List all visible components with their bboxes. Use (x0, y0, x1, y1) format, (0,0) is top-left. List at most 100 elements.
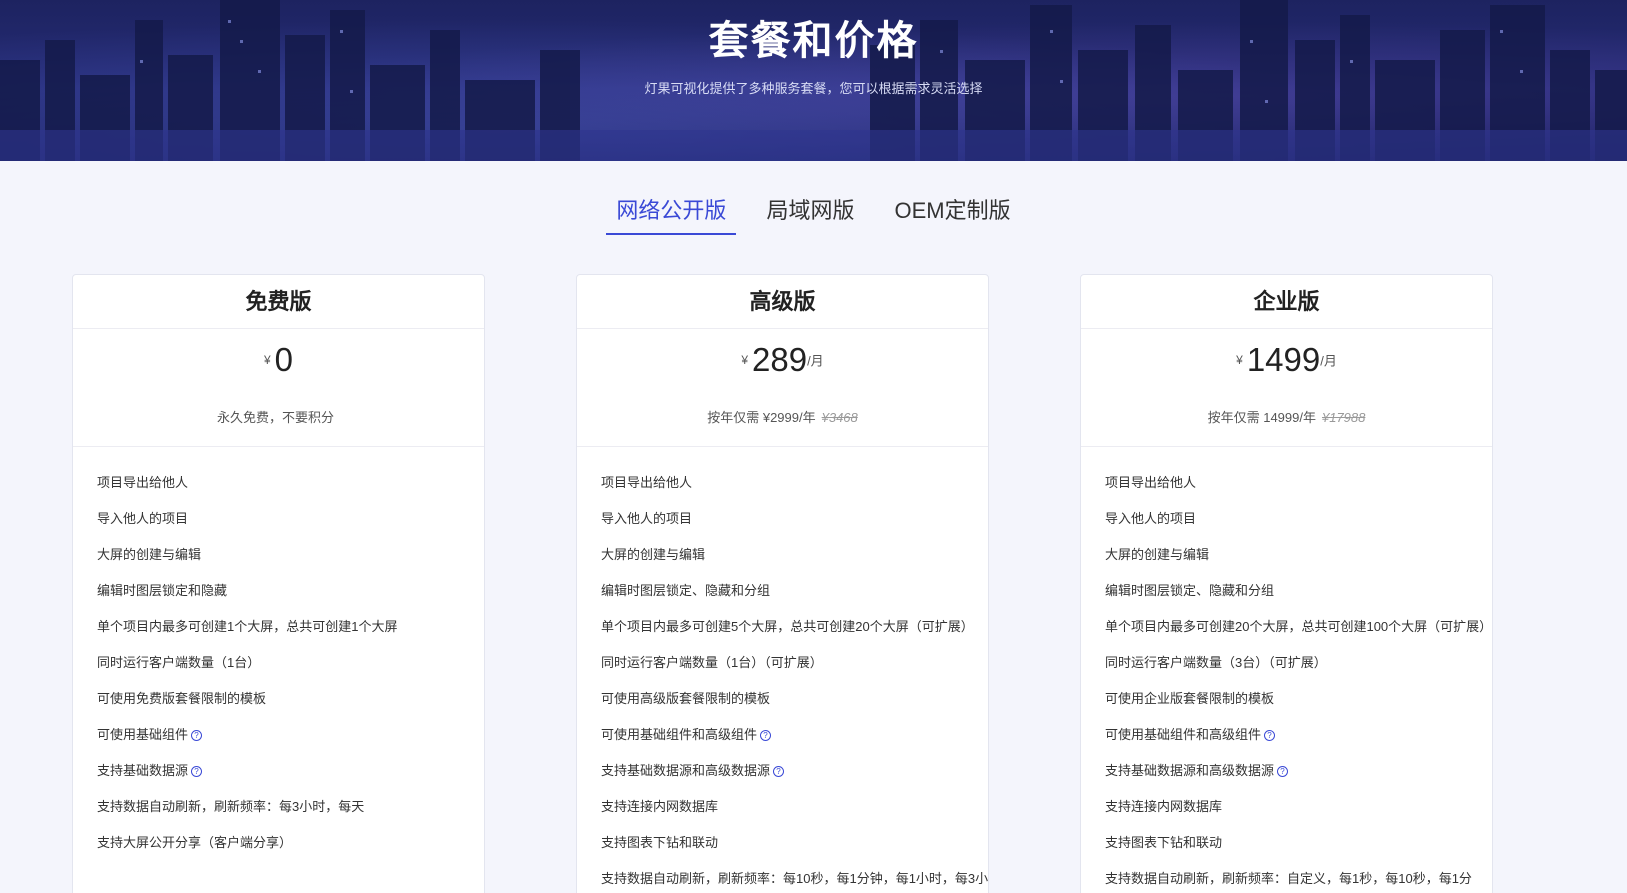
price-amount: 1499 (1246, 341, 1321, 378)
feature-item: 可使用基础组件和高级组件? (601, 721, 988, 757)
feature-text: 单个项目内最多可创建20个大屏，总共可创建100个大屏（可扩展） (1105, 619, 1493, 634)
hero-banner: 套餐和价格 灯果可视化提供了多种服务套餐，您可以根据需求灵活选择 (0, 0, 1627, 161)
feature-item: 单个项目内最多可创建20个大屏，总共可创建100个大屏（可扩展） (1105, 613, 1492, 649)
feature-item: 导入他人的项目 (1105, 505, 1492, 541)
feature-text: 可使用基础组件和高级组件 (1105, 727, 1262, 742)
feature-text: 编辑时图层锁定、隐藏和分组 (601, 583, 771, 598)
feature-list: 项目导出给他人导入他人的项目 大屏的创建与编辑编辑时图层锁定、隐藏和分组单个项目内… (1081, 447, 1492, 893)
price-unit: /月 (1320, 353, 1337, 369)
page-title: 套餐和价格 (708, 19, 919, 63)
question-circle-icon[interactable]: ? (1277, 766, 1289, 778)
feature-text: 编辑时图层锁定、隐藏和分组 (1105, 583, 1275, 598)
feature-text: 支持连接内网数据库 (1105, 799, 1223, 814)
question-circle-icon[interactable]: ? (191, 730, 203, 742)
feature-item: 支持图表下钻和联动 (1105, 829, 1492, 865)
price-unit: /月 (807, 353, 824, 369)
feature-item: 导入他人的项目 (97, 505, 484, 541)
feature-item: 同时运行客户端数量（1台）（可扩展） (601, 649, 988, 685)
price-note-text: 永久免费，不要积分 (216, 410, 334, 425)
feature-text: 支持图表下钻和联动 (601, 835, 719, 850)
original-price: ¥3468 (821, 410, 858, 425)
question-circle-icon[interactable]: ? (760, 730, 772, 742)
original-price: ¥17988 (1321, 410, 1366, 425)
price-note-text: 按年仅需 14999/年 (1207, 410, 1316, 425)
feature-text: 同时运行客户端数量（1台）（可扩展） (601, 655, 823, 670)
price-row: ¥1499/月 (1081, 329, 1492, 391)
feature-text: 导入他人的项目 (1105, 511, 1197, 526)
feature-text: 同时运行客户端数量（1台） (97, 655, 261, 670)
question-circle-icon[interactable]: ? (1264, 730, 1276, 742)
feature-text: 可使用企业版套餐限制的模板 (1105, 691, 1275, 706)
currency-symbol: ¥ (741, 353, 748, 367)
feature-text: 编辑时图层锁定和隐藏 (97, 583, 228, 598)
feature-text: 可使用基础组件 (97, 727, 189, 742)
feature-item: 可使用基础组件和高级组件? (1105, 721, 1492, 757)
feature-text: 支持图表下钻和联动 (1105, 835, 1223, 850)
feature-item: 项目导出给他人 (1105, 469, 1492, 505)
plan-card: 免费版 ¥0 永久免费，不要积分 项目导出给他人 导入他人的项目 大屏的创建与编辑 编辑时图… (72, 274, 485, 893)
tab-lan[interactable]: 局域网版 (756, 193, 864, 235)
feature-list: 项目导出给他人 导入他人的项目大屏的创建与编辑编辑时图层锁定和隐藏单个项目内最多可… (73, 447, 484, 865)
tab-oem[interactable]: OEM定制版 (884, 193, 1020, 235)
feature-text: 单个项目内最多可创建5个大屏，总共可创建20个大屏（可扩展） (601, 619, 974, 634)
feature-item: 支持基础数据源和高级数据源? (1105, 757, 1492, 793)
currency-symbol: ¥ (1236, 353, 1243, 367)
feature-item: 支持基础数据源和高级数据源? (601, 757, 988, 793)
question-circle-icon[interactable]: ? (191, 766, 203, 778)
feature-item: 同时运行客户端数量（1台） (97, 649, 484, 685)
price-note: 永久免费，不要积分 (73, 391, 484, 426)
feature-item: 可使用基础组件? (97, 721, 484, 757)
feature-text: 大屏的创建与编辑 (1105, 547, 1210, 562)
plan-card: 高级版 ¥289/月 按年仅需 ¥2999/年 ¥3468 项目导出给他人 导入他人的项目… (576, 274, 989, 893)
plan-card: 企业版 ¥1499/月 按年仅需 14999/年 ¥17988 项目导出给他人 导入他人的… (1080, 274, 1493, 893)
price-block: ¥1499/月按年仅需 14999/年 ¥17988 (1081, 329, 1492, 447)
page-subtitle: 灯果可视化提供了多种服务套餐，您可以根据需求灵活选择 (644, 81, 983, 96)
price-note: 按年仅需 14999/年 ¥17988 (1081, 391, 1492, 426)
feature-item: 大屏的创建与编辑 (97, 541, 484, 577)
feature-item: 大屏的创建与编辑 (601, 541, 988, 577)
feature-list: 项目导出给他人 导入他人的项目 大屏的创建与编辑编辑时图层锁定、隐藏和分组单个项目内… (577, 447, 988, 893)
plan-name: 高级版 (577, 275, 988, 329)
price-block: ¥0 永久免费，不要积分 (73, 329, 484, 447)
feature-text: 可使用基础组件和高级组件 (601, 727, 758, 742)
feature-item: 项目导出给他人 (97, 469, 484, 505)
feature-item: 支持基础数据源? (97, 757, 484, 793)
feature-item: 支持连接内网数据库 (1105, 793, 1492, 829)
feature-text: 大屏的创建与编辑 (601, 547, 706, 562)
feature-item: 单个项目内最多可创建5个大屏，总共可创建20个大屏（可扩展） (601, 613, 988, 649)
feature-text: 单个项目内最多可创建1个大屏，总共可创建1个大屏 (97, 619, 398, 634)
feature-item: 同时运行客户端数量（3台）（可扩展） (1105, 649, 1492, 685)
feature-item: 编辑时图层锁定和隐藏 (97, 577, 484, 613)
feature-text: 导入他人的项目 (601, 511, 693, 526)
feature-text: 支持基础数据源和高级数据源 (1105, 763, 1275, 778)
feature-text: 同时运行客户端数量（3台）（可扩展） (1105, 655, 1327, 670)
price-amount: 289 (752, 341, 808, 378)
feature-item: 可使用高级版套餐限制的模板 (601, 685, 988, 721)
feature-text: 支持基础数据源和高级数据源 (601, 763, 771, 778)
tab-public[interactable]: 网络公开版 (606, 193, 737, 235)
price-row: ¥289/月 (577, 329, 988, 391)
feature-text: 可使用免费版套餐限制的模板 (97, 691, 267, 706)
feature-item: 项目导出给他人 (601, 469, 988, 505)
price-note: 按年仅需 ¥2999/年 ¥3468 (577, 391, 988, 426)
feature-text: 支持基础数据源 (97, 763, 189, 778)
feature-text: 导入他人的项目 (97, 511, 189, 526)
feature-item: 可使用免费版套餐限制的模板 (97, 685, 484, 721)
feature-item: 支持图表下钻和联动 (601, 829, 988, 865)
feature-text: 支持数据自动刷新，刷新频率：自定义，每1秒，每10秒，每1分 (1105, 871, 1472, 886)
feature-text: 项目导出给他人 (601, 475, 693, 490)
feature-text: 项目导出给他人 (97, 475, 189, 490)
feature-item: 大屏的创建与编辑 (1105, 541, 1492, 577)
price-note-text: 按年仅需 ¥2999/年 (707, 410, 816, 425)
edition-tabs: 网络公开版 局域网版 OEM定制版 (0, 193, 1627, 235)
price-block: ¥289/月按年仅需 ¥2999/年 ¥3468 (577, 329, 988, 447)
question-circle-icon[interactable]: ? (773, 766, 785, 778)
feature-text: 支持连接内网数据库 (601, 799, 719, 814)
feature-item: 支持数据自动刷新，刷新频率：自定义，每1秒，每10秒，每1分 (1105, 865, 1492, 893)
price-amount: 0 (274, 341, 294, 378)
currency-symbol: ¥ (263, 353, 271, 367)
feature-text: 支持数据自动刷新，刷新频率：每3小时，每天 (97, 799, 365, 814)
feature-item: 编辑时图层锁定、隐藏和分组 (601, 577, 988, 613)
feature-item: 支持数据自动刷新，刷新频率：每10秒，每1分钟，每1小时，每3小 (601, 865, 988, 893)
feature-text: 支持数据自动刷新，刷新频率：每10秒，每1分钟，每1小时，每3小 (601, 871, 989, 886)
